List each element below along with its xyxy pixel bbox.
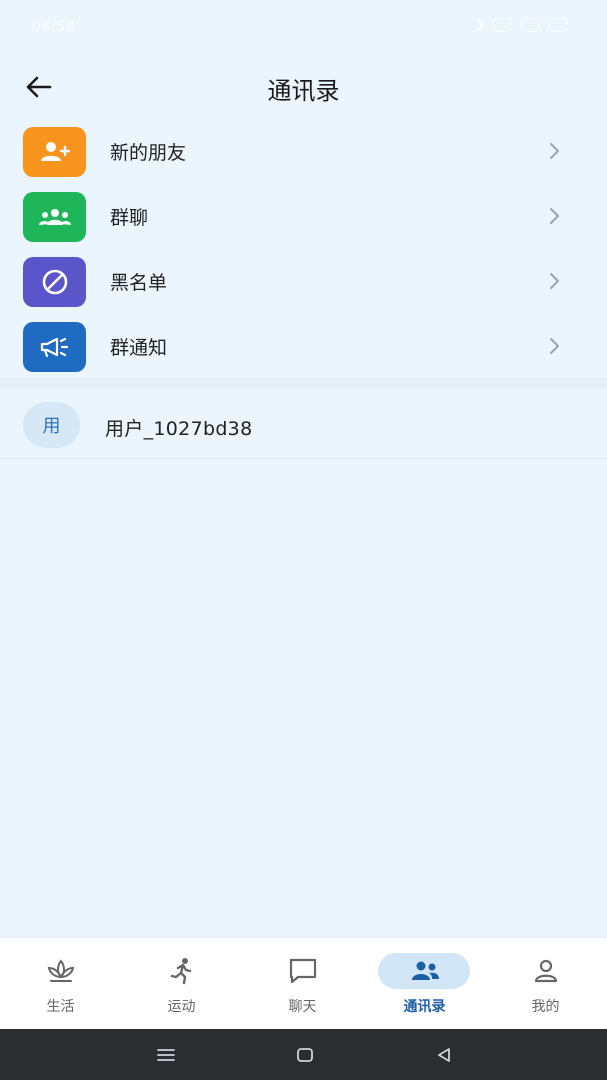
running-icon — [170, 958, 191, 985]
menu-item-group-chats[interactable]: 群聊 — [0, 184, 607, 249]
nav-tab-me[interactable]: 我的 — [485, 938, 606, 1030]
page-title: 通讯录 — [267, 77, 340, 105]
nav-label: 通讯录 — [403, 999, 446, 1015]
battery-icon — [549, 18, 567, 32]
contact-name: 用户_1027bd38 — [105, 418, 253, 440]
signal-icon — [521, 18, 539, 32]
contacts-icon — [411, 961, 439, 980]
chevron-right-icon — [550, 338, 559, 354]
back-triangle-icon — [438, 1048, 450, 1062]
nav-tab-life[interactable]: 生活 — [0, 938, 121, 1030]
nav-tab-sport[interactable]: 运动 — [121, 938, 242, 1030]
add-user-icon — [40, 142, 70, 161]
system-nav-bar — [0, 1029, 607, 1080]
profile-icon — [534, 959, 557, 983]
nav-tab-contacts[interactable]: 通讯录 — [364, 938, 485, 1030]
menu-item-new-friends[interactable]: 新的朋友 — [0, 119, 607, 184]
notification-icon — [493, 18, 511, 32]
block-icon — [42, 269, 67, 295]
status-icons — [471, 18, 567, 32]
menu-item-label: 新的朋友 — [110, 142, 187, 164]
menu-item-group-notice[interactable]: 群通知 — [0, 314, 607, 379]
recent-apps-button[interactable] — [146, 1041, 186, 1069]
contact-row[interactable]: 用 用户_1027bd38 — [0, 392, 607, 459]
chevron-right-icon — [550, 273, 559, 289]
bottom-nav: 生活 运动 聊天 通讯录 我的 — [0, 937, 607, 1030]
chevron-right-icon — [550, 208, 559, 224]
group-chats-icon-tile — [23, 192, 86, 242]
header: 通讯录 — [0, 58, 607, 116]
system-back-button[interactable] — [424, 1041, 464, 1069]
chat-bubble-icon — [289, 958, 316, 984]
nav-label: 我的 — [531, 999, 560, 1015]
menu-item-label: 黑名单 — [110, 272, 168, 294]
avatar: 用 — [23, 402, 80, 448]
menu-item-blacklist[interactable]: 黑名单 — [0, 249, 607, 314]
status-time: 08:58 — [32, 19, 75, 35]
status-bar: 08:58 — [0, 0, 607, 58]
nav-label: 生活 — [46, 999, 75, 1015]
lotus-icon — [47, 959, 74, 982]
do-not-disturb-icon — [471, 19, 483, 31]
home-button[interactable] — [285, 1041, 325, 1069]
nav-label: 聊天 — [288, 999, 317, 1015]
menu-item-label: 群聊 — [110, 207, 149, 229]
nav-tab-chat[interactable]: 聊天 — [242, 938, 363, 1030]
home-square-icon — [297, 1048, 313, 1062]
menu-item-label: 群通知 — [110, 337, 168, 359]
nav-label: 运动 — [167, 999, 196, 1015]
group-icon — [38, 209, 71, 225]
megaphone-icon — [40, 337, 68, 358]
group-notice-icon-tile — [23, 322, 86, 372]
blacklist-icon-tile — [23, 257, 86, 307]
new-friends-icon-tile — [23, 127, 86, 177]
menu-lines-icon — [157, 1049, 175, 1061]
section-divider — [0, 378, 607, 388]
chevron-right-icon — [550, 143, 559, 159]
